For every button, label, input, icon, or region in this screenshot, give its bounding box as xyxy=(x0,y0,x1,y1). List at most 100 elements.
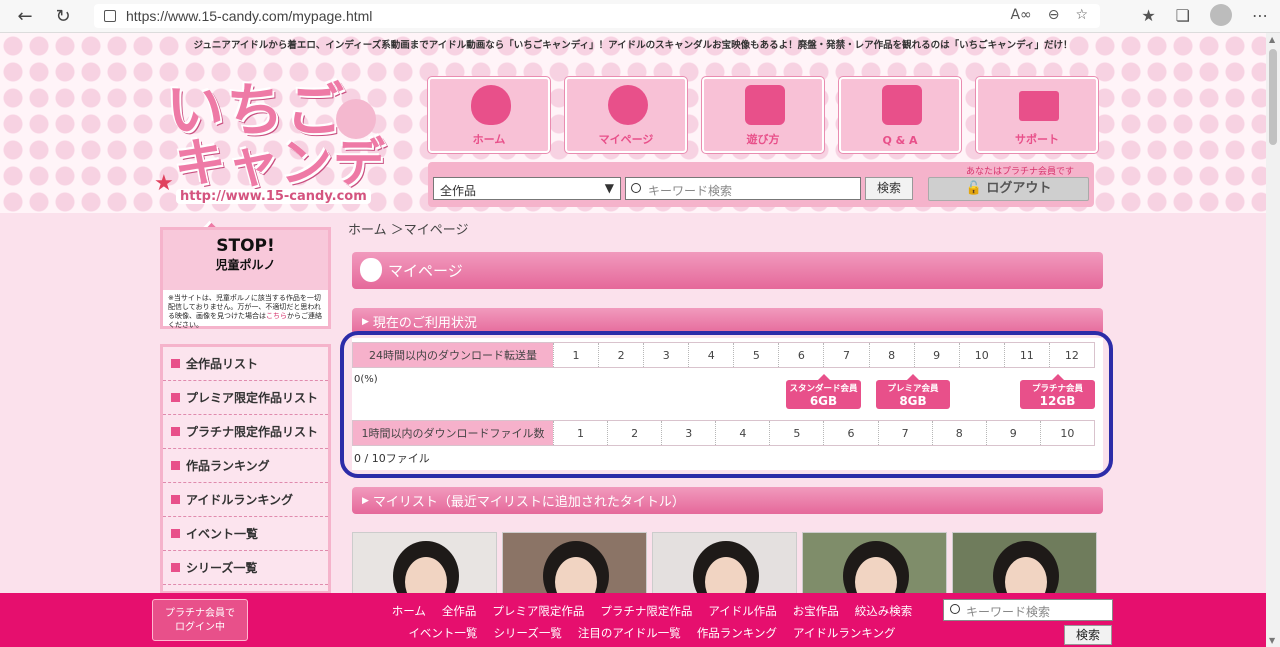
breadcrumb[interactable]: ホーム ＞マイページ xyxy=(348,219,468,238)
sidebar-item-label: イベント一覧 xyxy=(186,527,259,541)
platinum-badge: プラチナ会員 12GB xyxy=(1020,374,1095,409)
footer-link[interactable]: プレミア限定作品 xyxy=(492,603,584,619)
footer-link[interactable]: 注目のアイドル一覧 xyxy=(578,625,681,641)
category-select[interactable]: 全作品 ▼ xyxy=(433,177,621,200)
bullet-icon xyxy=(171,393,180,402)
search-icon xyxy=(950,604,960,614)
footer-search-button[interactable]: 検索 xyxy=(1064,625,1112,645)
footer-link[interactable]: アイドル作品 xyxy=(708,603,776,619)
nav-label: 遊び方 xyxy=(746,133,780,146)
collections-icon[interactable]: ❏ xyxy=(1176,6,1190,25)
lock-icon: 🔓 xyxy=(965,181,982,196)
back-icon[interactable]: ← xyxy=(10,1,40,31)
footer-link[interactable]: プラチナ限定作品 xyxy=(600,603,692,619)
site-logo[interactable]: いちご キャンディ ★ http://www.15-candy.com xyxy=(154,59,420,269)
side-menu: 全作品リスト プレミア限定作品リスト プラチナ限定作品リスト 作品ランキング ア… xyxy=(160,344,331,594)
sidebar-item-label: シリーズ一覧 xyxy=(186,561,258,575)
refresh-icon[interactable]: ↻ xyxy=(48,1,78,31)
search-button[interactable]: 検索 xyxy=(865,177,913,200)
sidebar-item-all-works[interactable]: 全作品リスト xyxy=(163,347,328,381)
site-header: ジュニアアイドルから着エロ、インディーズ系動画までアイドル動画なら「いちごキャン… xyxy=(0,33,1266,269)
scroll-thumb[interactable] xyxy=(1269,49,1277,145)
footer-link[interactable]: お宝作品 xyxy=(793,603,839,619)
nav-label: マイページ xyxy=(598,133,654,146)
mylist-section-header: ▶ マイリスト（最近マイリストに追加されたタイトル） xyxy=(352,487,1103,514)
logo-url: http://www.15-candy.com xyxy=(176,189,371,204)
member-status: あなたはプラチナ会員です xyxy=(965,167,1074,177)
footer-links-row: ホーム 全作品 プレミア限定作品 プラチナ限定作品 アイドル作品 お宝作品 絞込み検索 xyxy=(372,600,932,622)
zoom-out-icon[interactable]: ⊖ xyxy=(1048,7,1060,23)
stop-title: STOP! xyxy=(216,236,275,256)
footer-link[interactable]: 全作品 xyxy=(442,603,477,619)
footer-link[interactable]: シリーズ一覧 xyxy=(493,625,561,641)
footer-link[interactable]: アイドルランキング xyxy=(793,625,896,641)
meter-cell: 5 xyxy=(769,421,824,445)
url-text[interactable]: https://www.15-candy.com/mypage.html xyxy=(126,8,372,24)
badge-name: スタンダード会員 xyxy=(789,384,858,394)
mylist-thumbnail[interactable] xyxy=(652,532,797,594)
meter-cell: 10 xyxy=(1039,421,1094,445)
star-icon: ★ xyxy=(154,171,174,196)
footer-link[interactable]: 絞込み検索 xyxy=(855,603,913,619)
stop-banner-graphic: STOP! 児童ポルノ xyxy=(163,230,328,290)
mylist-thumbnail[interactable] xyxy=(352,532,497,594)
footer-search-placeholder: キーワード検索 xyxy=(966,605,1051,619)
sidebar-item-platinum[interactable]: プラチナ限定作品リスト xyxy=(163,415,328,449)
keyword-search-input[interactable]: キーワード検索 xyxy=(625,177,861,200)
logout-button[interactable]: 🔓 ログアウト xyxy=(928,177,1089,201)
stop-note-link[interactable]: こちら xyxy=(266,312,287,320)
badge-size: 12GB xyxy=(1039,394,1076,408)
search-icon xyxy=(631,183,641,193)
meter-cell: 10 xyxy=(958,343,1004,367)
stop-banner[interactable]: STOP! 児童ポルノ ※当サイトは、児童ポルノに該当する作品を一切配信しており… xyxy=(160,227,331,329)
mylist-thumbnails xyxy=(352,532,1097,594)
footer-links: ホーム 全作品 プレミア限定作品 プラチナ限定作品 アイドル作品 お宝作品 絞込み検索 イベ… xyxy=(372,600,932,644)
meter-cell: 4 xyxy=(715,421,770,445)
sidebar-item-work-ranking[interactable]: 作品ランキング xyxy=(163,449,328,483)
footer-search-input[interactable]: キーワード検索 xyxy=(943,599,1113,621)
page-scrollbar[interactable]: ▲ ▼ xyxy=(1266,33,1280,647)
files-count: 0 / 10ファイル xyxy=(354,452,430,465)
meter-cell: 1 xyxy=(553,343,599,367)
transfer-meter: 24時間以内のダウンロード転送量 1 2 3 4 5 6 7 8 9 10 11 12 xyxy=(352,342,1095,368)
scroll-up-icon[interactable]: ▲ xyxy=(1269,35,1275,44)
transfer-percent: 0(%) xyxy=(354,374,378,385)
badge-name: プラチナ会員 xyxy=(1031,384,1083,394)
nav-home[interactable]: ホーム xyxy=(428,77,550,153)
nav-support[interactable]: サポート xyxy=(976,77,1098,153)
more-menu-icon[interactable]: ⋯ xyxy=(1252,6,1268,25)
meter-cell: 4 xyxy=(688,343,734,367)
category-value: 全作品 xyxy=(440,184,477,198)
favorite-add-icon[interactable]: ☆ xyxy=(1075,7,1088,23)
nav-qa[interactable]: Q & A xyxy=(839,77,961,153)
mail-icon xyxy=(1019,91,1059,121)
mylist-thumbnail[interactable] xyxy=(502,532,647,594)
profile-avatar[interactable] xyxy=(1210,4,1232,26)
meter-cell: 5 xyxy=(733,343,779,367)
nav-mypage[interactable]: マイページ xyxy=(565,77,687,153)
sidebar-item-idol-ranking[interactable]: アイドルランキング xyxy=(163,483,328,517)
question-icon xyxy=(882,85,922,125)
meter-cell: 8 xyxy=(931,421,986,445)
triangle-icon: ▶ xyxy=(362,495,369,506)
sidebar-item-label: プラチナ限定作品リスト xyxy=(186,425,319,439)
lock-icon xyxy=(104,10,116,22)
files-meter: 1時間以内のダウンロードファイル数 1 2 3 4 5 6 7 8 9 10 xyxy=(352,420,1095,446)
scroll-down-icon[interactable]: ▼ xyxy=(1269,636,1275,645)
meter-cell: 3 xyxy=(661,421,716,445)
bullet-icon xyxy=(171,461,180,470)
sidebar-item-premier[interactable]: プレミア限定作品リスト xyxy=(163,381,328,415)
footer-link[interactable]: イベント一覧 xyxy=(408,625,477,641)
footer-link[interactable]: 作品ランキング xyxy=(697,625,777,641)
mylist-thumbnail[interactable] xyxy=(952,532,1097,594)
nav-howto[interactable]: 遊び方 xyxy=(702,77,824,153)
footer-link[interactable]: ホーム xyxy=(392,603,426,619)
address-bar[interactable]: https://www.15-candy.com/mypage.html A∞ … xyxy=(94,4,1100,28)
platinum-login-button[interactable]: プラチナ会員で ログイン中 xyxy=(152,599,248,641)
sidebar-item-events[interactable]: イベント一覧 xyxy=(163,517,328,551)
favorites-icon[interactable]: ★ xyxy=(1141,6,1155,25)
mylist-thumbnail[interactable] xyxy=(802,532,947,594)
standard-badge: スタンダード会員 6GB xyxy=(786,374,861,409)
read-aloud-icon[interactable]: A∞ xyxy=(1010,7,1031,23)
sidebar-item-series[interactable]: シリーズ一覧 xyxy=(163,551,328,585)
